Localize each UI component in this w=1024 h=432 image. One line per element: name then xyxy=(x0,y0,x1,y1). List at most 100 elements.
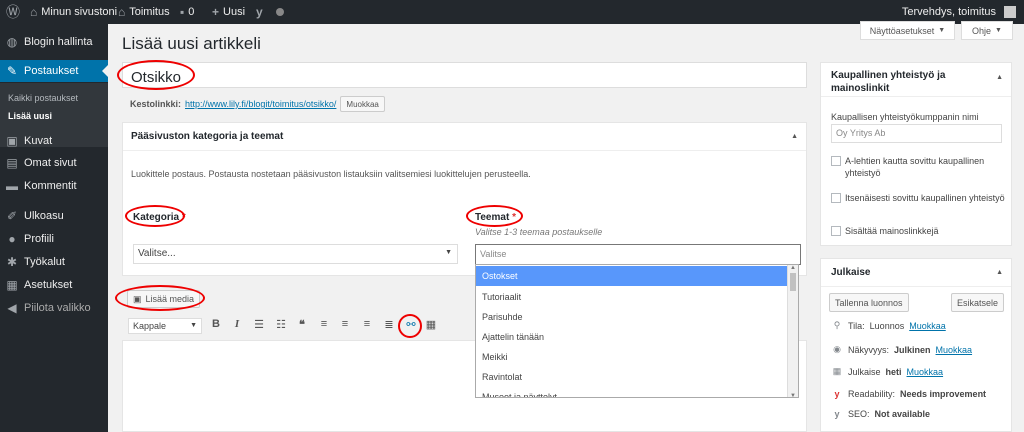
scroll-thumb[interactable] xyxy=(790,273,796,291)
collapse-arrow-icon[interactable]: ▲ xyxy=(791,133,798,140)
house-icon: ⌂ xyxy=(118,5,126,19)
post-title-input[interactable]: Otsikko xyxy=(122,62,807,88)
bold-icon[interactable]: B xyxy=(209,318,223,330)
dashboard-icon: ◍ xyxy=(6,35,18,49)
caret-down-icon: ▼ xyxy=(938,27,946,34)
edit-visibility-link[interactable]: Muokkaa xyxy=(936,345,973,355)
checkbox-ad-links[interactable]: Sisältää mainoslinkkejä xyxy=(831,225,1007,237)
align-center-icon[interactable]: ≡ xyxy=(338,318,352,330)
checkbox-independent[interactable]: Itsenäisesti sovittu kaupallinen yhteist… xyxy=(831,192,1007,204)
bullet-list-icon[interactable]: ☰ xyxy=(252,318,266,331)
themes-dropdown: Ostokset Tutoriaalit Parisuhde Ajattelin… xyxy=(475,264,799,398)
annotation-circle xyxy=(115,285,205,311)
edit-publish-time-link[interactable]: Muokkaa xyxy=(907,367,944,377)
new-content-link[interactable]: + Uusi xyxy=(212,0,245,24)
wordpress-logo-icon[interactable]: Ⓦ xyxy=(6,0,20,24)
toimitus-link[interactable]: ⌂ Toimitus xyxy=(118,0,170,24)
publish-time-row: ▦ Julkaise heti Muokkaa xyxy=(832,366,944,377)
yoast-icon[interactable]: y xyxy=(256,0,263,24)
annotation-circle xyxy=(398,314,422,338)
themes-hint: Valitse 1-3 teemaa postaukselle xyxy=(475,227,603,237)
collapse-arrow-icon[interactable]: ▲ xyxy=(996,269,1003,276)
media-icon: ▣ xyxy=(6,134,18,148)
dropdown-scrollbar[interactable]: ▲ ▼ xyxy=(787,265,798,397)
checkbox-alehdet[interactable]: A-lehtien kautta sovittu kaupallinen yht… xyxy=(831,155,1007,179)
category-description: Luokittele postaus. Postausta nostetaan … xyxy=(131,169,531,179)
select-arrow-icon: ▼ xyxy=(190,322,197,329)
sidebar-item-tools[interactable]: ✱ Työkalut xyxy=(0,251,108,273)
partner-name-input[interactable]: Oy Yritys Ab xyxy=(831,124,1002,143)
blockquote-icon[interactable]: ❝ xyxy=(295,318,309,331)
toolbar-toggle-icon[interactable]: ▦ xyxy=(424,318,438,331)
save-draft-button[interactable]: Tallenna luonnos xyxy=(829,293,909,312)
themes-option[interactable]: Tutoriaalit xyxy=(476,287,788,307)
checkbox[interactable] xyxy=(831,193,841,203)
format-select[interactable]: Kappale ▼ xyxy=(128,318,202,334)
sidebar-item-collapse[interactable]: ◀ Piilota valikko xyxy=(0,297,108,319)
pages-icon: ▤ xyxy=(6,156,18,170)
brush-icon: ✐ xyxy=(6,209,18,223)
themes-option[interactable]: Museot ja näyttelyt xyxy=(476,387,788,397)
submenu-add-new[interactable]: Lisää uusi xyxy=(8,111,52,121)
numbered-list-icon[interactable]: ☷ xyxy=(274,318,288,331)
scroll-down-icon[interactable]: ▼ xyxy=(788,393,798,397)
category-box-title[interactable]: Pääsivuston kategoria ja teemat ▲ xyxy=(123,123,806,151)
sidebar-item-appearance[interactable]: ✐ Ulkoasu xyxy=(0,205,108,227)
eye-icon: ◉ xyxy=(833,344,841,354)
screen-options-button[interactable]: Näyttöasetukset ▼ xyxy=(860,21,955,40)
submenu-all-posts[interactable]: Kaikki postaukset xyxy=(8,93,78,103)
justify-icon[interactable]: ≣ xyxy=(382,318,396,331)
themes-option[interactable]: Parisuhde xyxy=(476,307,788,327)
align-right-icon[interactable]: ≡ xyxy=(360,318,374,330)
comment-bubble-icon: ▪ xyxy=(180,5,185,19)
italic-icon[interactable]: I xyxy=(230,318,244,330)
visibility-row: ◉ Näkyvyys: Julkinen Muokkaa xyxy=(831,344,972,355)
sidebar-item-settings[interactable]: ▦ Asetukset xyxy=(0,274,108,296)
sidebar-item-comments[interactable]: ▬ Kommentit xyxy=(0,175,108,197)
status-dot-icon[interactable] xyxy=(276,0,284,24)
user-icon: ● xyxy=(8,232,16,246)
avatar xyxy=(1004,6,1016,18)
edit-permalink-button[interactable]: Muokkaa xyxy=(340,96,385,112)
themes-option[interactable]: Ravintolat xyxy=(476,367,788,387)
plus-icon: + xyxy=(212,5,220,19)
sidebar-item-dashboard[interactable]: ◍ Blogin hallinta xyxy=(0,31,108,53)
publish-box-title[interactable]: Julkaise ▲ xyxy=(821,259,1011,287)
annotation-circle xyxy=(117,60,195,90)
permalink-row: Kestolinkki: http://www.lily.fi/blogit/t… xyxy=(130,96,385,112)
sidebar-item-posts[interactable]: ✎ Postaukset xyxy=(0,60,108,82)
edit-status-link[interactable]: Muokkaa xyxy=(909,321,946,331)
category-select[interactable]: Valitse... ▼ xyxy=(133,244,458,264)
category-themes-box: Pääsivuston kategoria ja teemat ▲ Luokitt… xyxy=(122,122,807,276)
themes-search-input[interactable]: Valitse xyxy=(475,244,801,265)
pin-icon: ⚲ xyxy=(833,320,841,330)
align-left-icon[interactable]: ≡ xyxy=(317,318,331,330)
checkbox[interactable] xyxy=(831,156,841,166)
annotation-circle xyxy=(466,205,523,227)
page-title: Lisää uusi artikkeli xyxy=(122,34,261,53)
sidebar-item-media[interactable]: ▣ Kuvat xyxy=(0,130,108,152)
collapse-arrow-icon[interactable]: ▲ xyxy=(996,71,1003,84)
sidebar-item-profile[interactable]: ● Profiili xyxy=(0,228,108,250)
wrench-icon: ✱ xyxy=(6,255,18,269)
readability-row: y Readability: Needs improvement xyxy=(831,389,986,399)
scroll-up-icon[interactable]: ▲ xyxy=(788,265,798,271)
commercial-box: Kaupallinen yhteistyö ja mainoslinkit ▲ xyxy=(820,62,1012,246)
comments-link[interactable]: ▪ 0 xyxy=(180,0,194,24)
collapse-icon: ◀ xyxy=(7,301,17,315)
yoast-icon: y xyxy=(834,409,840,419)
preview-button[interactable]: Esikatsele xyxy=(951,293,1005,312)
partner-label: Kaupallisen yhteistyökumppanin nimi xyxy=(831,112,979,122)
sidebar-item-pages[interactable]: ▤ Omat sivut xyxy=(0,152,108,174)
site-name-link[interactable]: ⌂ Minun sivustoni xyxy=(30,0,117,24)
calendar-icon: ▦ xyxy=(832,366,842,376)
commercial-box-title[interactable]: Kaupallinen yhteistyö ja mainoslinkit ▲ xyxy=(821,63,1011,97)
themes-option[interactable]: Ostokset xyxy=(476,266,788,286)
permalink-link[interactable]: http://www.lily.fi/blogit/toimitus/otsik… xyxy=(185,99,336,109)
status-row: ⚲ Tila: Luonnos Muokkaa xyxy=(831,320,946,331)
themes-option[interactable]: Meikki xyxy=(476,347,788,367)
yoast-icon: y xyxy=(834,389,840,399)
help-button[interactable]: Ohje ▼ xyxy=(961,21,1013,40)
themes-option[interactable]: Ajattelin tänään xyxy=(476,327,788,347)
checkbox[interactable] xyxy=(831,226,841,236)
